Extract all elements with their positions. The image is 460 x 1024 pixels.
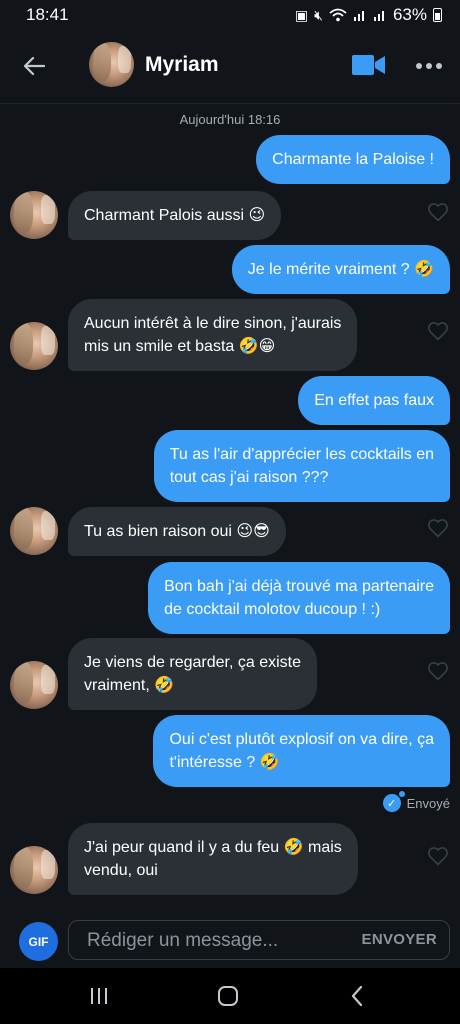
battery-icon xyxy=(433,8,442,22)
message-outgoing[interactable]: Bon bah j'ai déjà trouvé ma partenaire d… xyxy=(148,562,450,634)
heart-icon[interactable] xyxy=(427,660,449,682)
heart-icon[interactable] xyxy=(427,201,449,223)
message-incoming[interactable]: Je viens de regarder, ça existe vraiment… xyxy=(68,638,318,710)
chat-header: Myriam xyxy=(0,30,460,104)
message-outgoing[interactable]: Je le mérite vraiment ? 🤣 xyxy=(231,245,450,294)
signal-icon xyxy=(353,11,364,21)
heart-icon[interactable] xyxy=(427,517,449,539)
heart-icon[interactable] xyxy=(427,320,449,342)
message-incoming[interactable]: J'ai peur quand il y a du feu 🤣 mais ven… xyxy=(68,823,358,895)
contact-avatar[interactable] xyxy=(89,42,134,87)
gif-button[interactable]: GIF xyxy=(19,922,58,961)
sent-check-icon: ✓ xyxy=(382,791,405,812)
mute-icon: 🔇︎ xyxy=(314,6,323,23)
sent-status-label: Envoyé xyxy=(406,795,450,811)
sent-status: ✓ Envoyé xyxy=(382,791,450,812)
video-camera-icon[interactable] xyxy=(352,53,386,77)
more-dots-icon[interactable] xyxy=(414,56,444,76)
contact-avatar-small[interactable] xyxy=(10,507,58,555)
message-incoming[interactable]: Aucun intérêt à le dire sinon, j'aurais … xyxy=(68,299,358,371)
signal-icon xyxy=(373,11,384,21)
message-outgoing[interactable]: En effet pas faux xyxy=(298,376,450,425)
message-outgoing[interactable]: Tu as l'air d'apprécier les cocktails en… xyxy=(153,430,450,502)
system-nav-bar xyxy=(0,968,460,1024)
message-incoming[interactable]: Tu as bien raison oui 😉😎 xyxy=(68,507,286,556)
status-icons: ▣ 🔇︎ 63% xyxy=(295,5,442,25)
message-outgoing[interactable]: Charmante la Paloise ! xyxy=(256,135,450,184)
back-icon[interactable] xyxy=(337,980,377,1012)
contact-avatar-small[interactable] xyxy=(10,661,58,709)
message-composer: GIF ENVOYER xyxy=(0,904,460,968)
notification-icon: ▣ xyxy=(294,6,309,23)
day-separator: Aujourd'hui 18:16 xyxy=(179,112,281,127)
contact-name[interactable]: Myriam xyxy=(145,53,219,77)
send-button[interactable]: ENVOYER xyxy=(362,931,437,948)
heart-icon[interactable] xyxy=(427,845,449,867)
battery-percent: 63% xyxy=(392,5,427,24)
wifi-icon xyxy=(329,8,347,22)
message-outgoing[interactable]: Oui c'est plutôt explosif on va dire, ça… xyxy=(153,715,450,787)
home-icon[interactable] xyxy=(208,980,248,1012)
back-arrow-icon[interactable] xyxy=(18,50,50,82)
contact-avatar-small[interactable] xyxy=(10,191,58,239)
status-time: 18:41 xyxy=(26,5,69,24)
message-input-box[interactable]: ENVOYER xyxy=(68,920,450,960)
recent-apps-icon[interactable] xyxy=(79,980,119,1012)
message-input[interactable] xyxy=(87,927,347,955)
contact-avatar-small[interactable] xyxy=(10,322,58,370)
contact-avatar-small[interactable] xyxy=(10,846,58,894)
status-bar: 18:41 ▣ 🔇︎ 63% xyxy=(0,0,460,30)
message-incoming[interactable]: Charmant Palois aussi 😉 xyxy=(68,191,282,240)
